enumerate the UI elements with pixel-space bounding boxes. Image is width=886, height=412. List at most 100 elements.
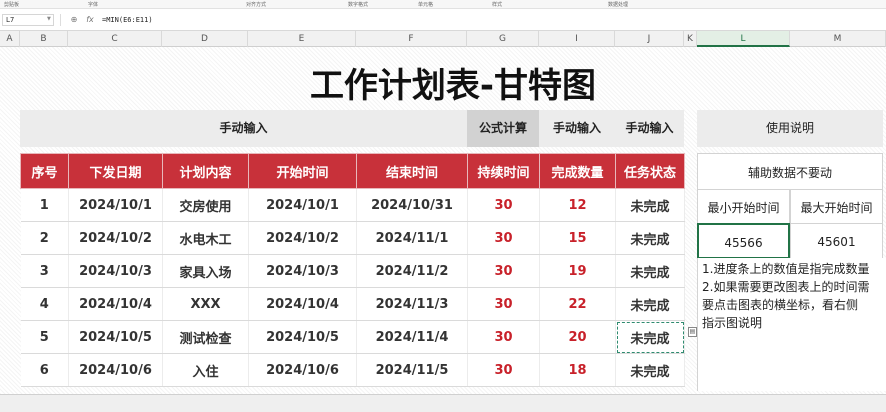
cell-duration[interactable]: 30 [467,254,540,288]
ribbon-group-clipboard[interactable]: 剪贴板 [4,1,19,8]
cell-index[interactable]: 4 [20,287,69,321]
note-line[interactable]: 指示图说明 [702,314,886,332]
cell-duration[interactable]: 30 [467,320,540,354]
ribbon-group-font[interactable]: 字体 [88,1,98,8]
cell-start-time[interactable]: 2024/10/5 [248,320,357,354]
cell-task-status[interactable]: 未完成 [615,254,685,288]
header-duration[interactable]: 持续时间 [467,153,540,189]
max-start-value[interactable]: 45601 [790,223,883,259]
cell-index[interactable]: 3 [20,254,69,288]
sheet-title[interactable]: 工作计划表-甘特图 [0,66,886,106]
cell-plan-content[interactable]: 家具入场 [162,254,249,288]
note-line[interactable]: 1.进度条上的数值是指完成数量 [702,260,886,278]
cell-plan-content[interactable]: 交房使用 [162,188,249,222]
column-header-j[interactable]: J [615,31,684,47]
cell-duration[interactable]: 30 [467,221,540,255]
column-header-i[interactable]: I [539,31,615,47]
cell-completed-qty[interactable]: 19 [539,254,616,288]
cell-end-time[interactable]: 2024/11/3 [356,287,468,321]
cell-end-time[interactable]: 2024/11/5 [356,353,468,387]
header-task-status[interactable]: 任务状态 [615,153,685,189]
cell-issue-date[interactable]: 2024/10/2 [68,221,163,255]
cell-end-time[interactable]: 2024/10/31 [356,188,468,222]
min-start-value[interactable]: 45566 [697,223,790,259]
cell-task-status[interactable]: 未完成 [615,353,685,387]
column-header-c[interactable]: C [68,31,162,47]
cell-end-time[interactable]: 2024/11/1 [356,221,468,255]
header-completed-qty[interactable]: 完成数量 [539,153,616,189]
table-row: 4 2024/10/4 XXX 2024/10/4 2024/11/3 30 2… [20,287,685,321]
min-start-label[interactable]: 最小开始时间 [697,189,790,225]
cell-start-time[interactable]: 2024/10/4 [248,287,357,321]
column-header-g[interactable]: G [467,31,539,47]
cell-task-status[interactable]: 未完成 [615,287,685,321]
ribbon-group-number[interactable]: 数字格式 [348,1,368,8]
column-header-b[interactable]: B [20,31,68,47]
header-end-time[interactable]: 结束时间 [356,153,468,189]
cell-completed-qty[interactable]: 15 [539,221,616,255]
note-line[interactable]: 要点击图表的横坐标，看右侧 [702,296,886,314]
paste-options-icon[interactable]: ▤ [688,327,697,337]
ribbon-group-styles[interactable]: 样式 [492,1,502,8]
header-start-time[interactable]: 开始时间 [248,153,357,189]
column-header-k[interactable]: K [684,31,697,47]
zoom-icon[interactable]: ⊕ [68,14,80,26]
insert-function-button[interactable]: fx [84,14,96,26]
cell-issue-date[interactable]: 2024/10/1 [68,188,163,222]
cell-start-time[interactable]: 2024/10/1 [248,188,357,222]
cell-issue-date[interactable]: 2024/10/6 [68,353,163,387]
column-header-l[interactable]: L [697,31,790,47]
cell-completed-qty[interactable]: 12 [539,188,616,222]
cell-duration[interactable]: 30 [467,188,540,222]
header-plan-content[interactable]: 计划内容 [162,153,249,189]
task-table: 序号 下发日期 计划内容 开始时间 结束时间 持续时间 完成数量 任务状态 1 … [20,153,685,387]
column-header-bar: A B C D E F G I J K L M [0,31,886,47]
cell-issue-date[interactable]: 2024/10/4 [68,287,163,321]
band-formula-calc[interactable]: 公式计算 [467,110,539,147]
column-header-e[interactable]: E [248,31,356,47]
cell-index[interactable]: 6 [20,353,69,387]
cell-duration[interactable]: 30 [467,353,540,387]
cell-start-time[interactable]: 2024/10/2 [248,221,357,255]
cell-completed-qty[interactable]: 18 [539,353,616,387]
status-bar [0,394,886,412]
cell-index[interactable]: 5 [20,320,69,354]
cell-plan-content[interactable]: XXX [162,287,249,321]
header-index[interactable]: 序号 [20,153,69,189]
ribbon-group-data[interactable]: 数据处理 [608,1,628,8]
cell-duration[interactable]: 30 [467,287,540,321]
worksheet[interactable]: 工作计划表-甘特图 手动输入 公式计算 手动输入 手动输入 使用说明 序号 下发… [0,47,886,394]
max-start-label[interactable]: 最大开始时间 [790,189,883,225]
band-manual-input[interactable]: 手动输入 [20,110,467,147]
column-header-m[interactable]: M [790,31,886,47]
cell-end-time[interactable]: 2024/11/4 [356,320,468,354]
cell-plan-content[interactable]: 水电木工 [162,221,249,255]
cell-plan-content[interactable]: 入住 [162,353,249,387]
cell-start-time[interactable]: 2024/10/3 [248,254,357,288]
cell-task-status[interactable]: 未完成 [615,221,685,255]
note-line[interactable]: 2.如果需要更改图表上的时间需 [702,278,886,296]
ribbon-group-alignment[interactable]: 对齐方式 [246,1,266,8]
ribbon-group-cells[interactable]: 单元格 [418,1,433,8]
cell-index[interactable]: 1 [20,188,69,222]
cell-issue-date[interactable]: 2024/10/3 [68,254,163,288]
column-header-f[interactable]: F [356,31,467,47]
chevron-down-icon[interactable]: ▼ [47,16,51,22]
cell-start-time[interactable]: 2024/10/6 [248,353,357,387]
band-usage-instructions[interactable]: 使用说明 [697,110,883,147]
cell-plan-content[interactable]: 测试检查 [162,320,249,354]
column-header-d[interactable]: D [162,31,248,47]
cell-completed-qty[interactable]: 22 [539,287,616,321]
cell-end-time[interactable]: 2024/11/2 [356,254,468,288]
band-manual-input-2[interactable]: 手动输入 [539,110,615,147]
cell-task-status[interactable]: 未完成 [615,320,685,354]
cell-task-status[interactable]: 未完成 [615,188,685,222]
column-header-a[interactable]: A [0,31,20,47]
formula-input[interactable]: =MIN(E6:E11) [102,14,153,26]
aux-data-heading[interactable]: 辅助数据不要动 [697,153,883,191]
band-manual-input-3[interactable]: 手动输入 [615,110,684,147]
cell-issue-date[interactable]: 2024/10/5 [68,320,163,354]
cell-index[interactable]: 2 [20,221,69,255]
header-issue-date[interactable]: 下发日期 [68,153,163,189]
cell-completed-qty[interactable]: 20 [539,320,616,354]
